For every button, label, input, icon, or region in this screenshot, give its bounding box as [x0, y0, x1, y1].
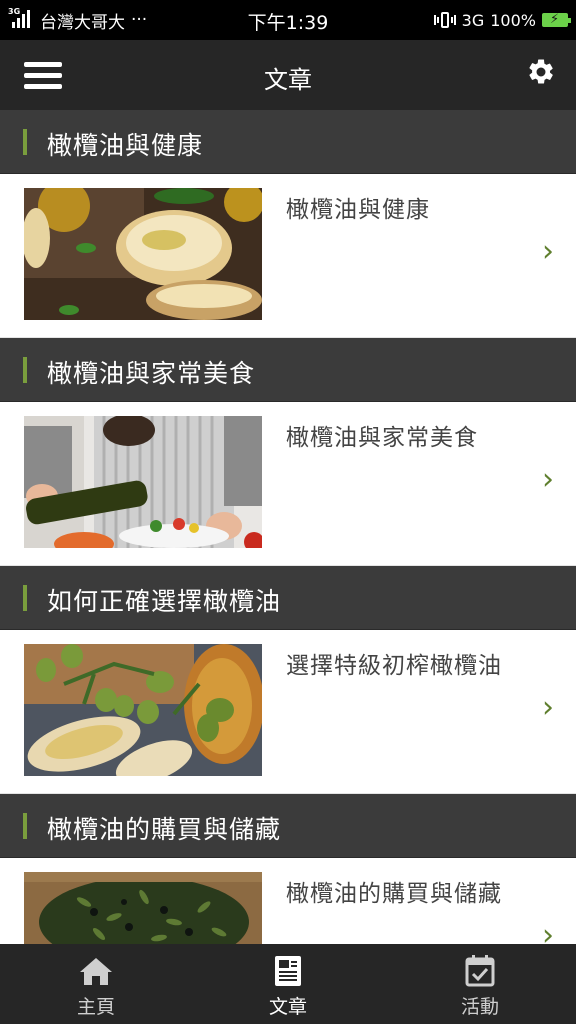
section-accent-bar: [23, 357, 27, 383]
section-header: 橄欖油與家常美食: [0, 338, 576, 402]
article-card[interactable]: 橄欖油與健康 ›: [0, 174, 576, 338]
section-header: 如何正確選擇橄欖油: [0, 566, 576, 630]
section-title: 橄欖油與家常美食: [47, 359, 256, 388]
app-bar: 文章: [0, 40, 576, 110]
calendar-check-icon: [465, 955, 495, 987]
nav-item-home[interactable]: 主頁: [0, 944, 192, 1024]
section-accent-bar: [23, 813, 27, 839]
section-header: 橄欖油的購買與儲藏: [0, 794, 576, 858]
nav-label: 主頁: [76, 996, 115, 1018]
article-section: 橄欖油的購買與儲藏 橄欖油的購買與儲藏 ›: [0, 794, 576, 944]
home-icon: [80, 958, 112, 985]
nav-item-articles[interactable]: 文章: [192, 944, 384, 1024]
article-icon: [275, 956, 301, 986]
chevron-right-icon: ›: [542, 462, 554, 497]
page-title: 文章: [264, 66, 312, 94]
article-title: 橄欖油與家常美食: [286, 425, 478, 451]
article-card[interactable]: 選擇特級初榨橄欖油 ›: [0, 630, 576, 794]
olive-sack-photo: [24, 872, 262, 944]
olive-oil-bread-photo: [24, 188, 262, 320]
article-list[interactable]: 橄欖油與健康 橄欖油與健康 › 橄欖油與家常美食 橄欖油與家常美食 › 如何正確…: [0, 110, 576, 944]
bottom-nav: 主頁 文章 活動: [0, 944, 576, 1024]
section-accent-bar: [23, 585, 27, 611]
nav-item-events[interactable]: 活動: [384, 944, 576, 1024]
section-header: 橄欖油與健康: [0, 110, 576, 174]
article-section: 如何正確選擇橄欖油 選擇特級初榨橄欖油 ›: [0, 566, 576, 794]
network-type: 3G: [461, 10, 485, 30]
article-title: 橄欖油與健康: [286, 197, 430, 223]
article-card[interactable]: 橄欖油與家常美食 ›: [0, 402, 576, 566]
section-accent-bar: [23, 129, 27, 155]
chevron-right-icon: ›: [542, 234, 554, 269]
chevron-right-icon: ›: [542, 918, 554, 944]
article-section: 橄欖油與家常美食 橄欖油與家常美食 ›: [0, 338, 576, 566]
gear-icon[interactable]: [526, 57, 556, 87]
battery-icon: ⚡: [542, 12, 571, 27]
nav-label: 文章: [268, 996, 307, 1018]
article-title: 橄欖油的購買與儲藏: [286, 881, 502, 907]
cooking-salad-photo: [24, 416, 262, 548]
section-title: 橄欖油與健康: [47, 131, 204, 160]
status-bar: 3G 台灣大哥大 ··· 下午1:39 3G 100% ⚡: [0, 0, 576, 40]
nav-label: 活動: [460, 996, 499, 1018]
article-card[interactable]: 橄欖油的購買與儲藏 ›: [0, 858, 576, 944]
battery-percent: 100%: [490, 10, 536, 30]
green-olives-photo: [24, 644, 262, 776]
section-title: 如何正確選擇橄欖油: [47, 587, 282, 616]
article-section: 橄欖油與健康 橄欖油與健康 ›: [0, 110, 576, 338]
section-title: 橄欖油的購買與儲藏: [47, 815, 282, 844]
article-title: 選擇特級初榨橄欖油: [286, 653, 502, 679]
vibrate-icon: [433, 12, 456, 28]
chevron-right-icon: ›: [542, 690, 554, 725]
